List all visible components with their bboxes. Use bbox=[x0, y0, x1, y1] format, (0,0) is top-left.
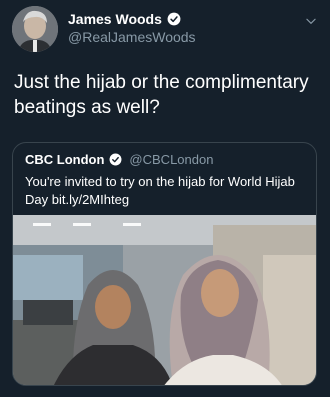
author-handle[interactable]: @RealJamesWoods bbox=[68, 29, 196, 45]
chevron-down-icon[interactable] bbox=[304, 14, 318, 28]
author-display-name[interactable]: James Woods bbox=[68, 11, 162, 27]
quoted-author-handle: @CBCLondon bbox=[129, 152, 214, 167]
tweet-text: Just the hijab or the complimentary beat… bbox=[14, 72, 309, 118]
tweet-header: James Woods @RealJamesWoods bbox=[12, 6, 320, 52]
author-name-row: James Woods bbox=[68, 11, 181, 27]
avatar[interactable] bbox=[12, 6, 58, 52]
verified-badge-icon bbox=[167, 12, 181, 26]
tweet-card[interactable]: James Woods @RealJamesWoods Just the hij… bbox=[0, 0, 330, 397]
quoted-tweet-header: CBC London @CBCLondon bbox=[25, 152, 213, 167]
quoted-author-display-name: CBC London bbox=[25, 152, 105, 167]
quoted-tweet-text: You're invited to try on the hijab for W… bbox=[25, 174, 295, 207]
verified-badge-icon bbox=[109, 153, 122, 166]
quoted-tweet-photo[interactable] bbox=[13, 215, 317, 386]
quoted-tweet[interactable]: CBC London @CBCLondon You're invited to … bbox=[12, 142, 317, 386]
